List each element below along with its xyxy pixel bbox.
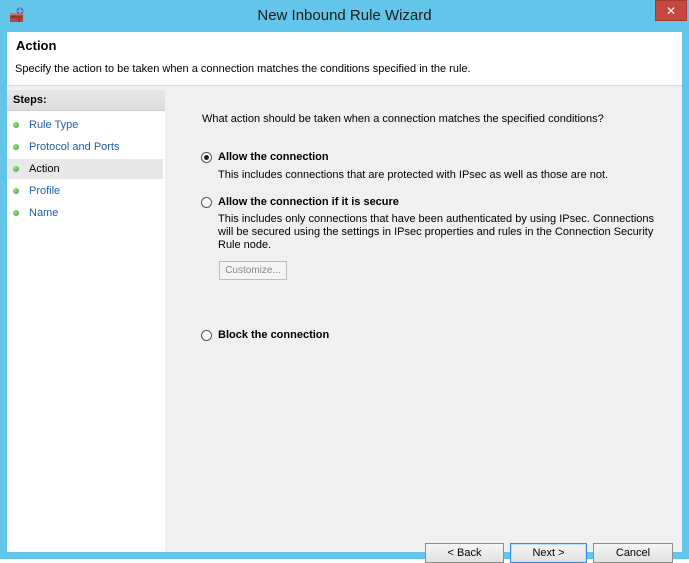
back-button[interactable]: < Back: [425, 543, 504, 563]
allow-if-secure-description-line-2: will be secured using the settings in IP…: [218, 226, 654, 238]
green-dot-icon: [13, 166, 19, 172]
allow-connection-label[interactable]: Allow the connection: [218, 151, 329, 163]
next-button[interactable]: Next >: [510, 543, 587, 563]
allow-if-secure-label[interactable]: Allow the connection if it is secure: [218, 196, 399, 208]
allow-if-secure-description-line-3: Rule node.: [218, 239, 272, 251]
cancel-button[interactable]: Cancel: [593, 543, 673, 563]
step-name[interactable]: Name: [7, 203, 163, 223]
steps-heading-label: Steps:: [13, 94, 47, 106]
main-panel: What action should be taken when a conne…: [168, 90, 682, 563]
step-action[interactable]: Action: [7, 159, 163, 179]
allow-connection-description: This includes connections that are prote…: [218, 169, 609, 181]
action-question: What action should be taken when a conne…: [202, 113, 604, 125]
green-dot-icon: [13, 188, 19, 194]
step-label: Protocol and Ports: [29, 141, 120, 153]
close-button[interactable]: ✕: [655, 0, 687, 21]
step-label: Profile: [29, 185, 61, 197]
steps-panel: Steps: Rule Type Protocol and Ports Acti…: [7, 90, 165, 552]
title-bar[interactable]: New Inbound Rule Wizard ✕: [0, 0, 689, 32]
step-rule-type[interactable]: Rule Type: [7, 115, 163, 135]
allow-if-secure-radio[interactable]: [201, 197, 212, 208]
block-connection-label[interactable]: Block the connection: [218, 329, 329, 341]
step-label: Name: [29, 207, 59, 219]
block-connection-radio[interactable]: [201, 330, 212, 341]
wizard-window: New Inbound Rule Wizard ✕ Action Specify…: [0, 0, 689, 563]
step-profile[interactable]: Profile: [7, 181, 163, 201]
page-title: Action: [16, 38, 57, 53]
step-label: Action: [29, 163, 60, 175]
step-label: Rule Type: [29, 119, 79, 131]
close-icon: ✕: [665, 3, 677, 18]
customize-button[interactable]: Customize...: [219, 261, 287, 280]
wizard-header: Action Specify the action to be taken wh…: [7, 32, 682, 86]
green-dot-icon: [13, 122, 19, 128]
steps-heading: Steps:: [7, 90, 165, 111]
client-area: Action Specify the action to be taken wh…: [7, 32, 682, 563]
green-dot-icon: [13, 210, 19, 216]
page-description: Specify the action to be taken when a co…: [15, 63, 471, 75]
green-dot-icon: [13, 144, 19, 150]
step-protocol-and-ports[interactable]: Protocol and Ports: [7, 137, 163, 157]
window-title: New Inbound Rule Wizard: [257, 7, 432, 24]
allow-connection-radio[interactable]: [201, 152, 212, 163]
allow-if-secure-description-line-1: This includes only connections that have…: [218, 213, 654, 225]
